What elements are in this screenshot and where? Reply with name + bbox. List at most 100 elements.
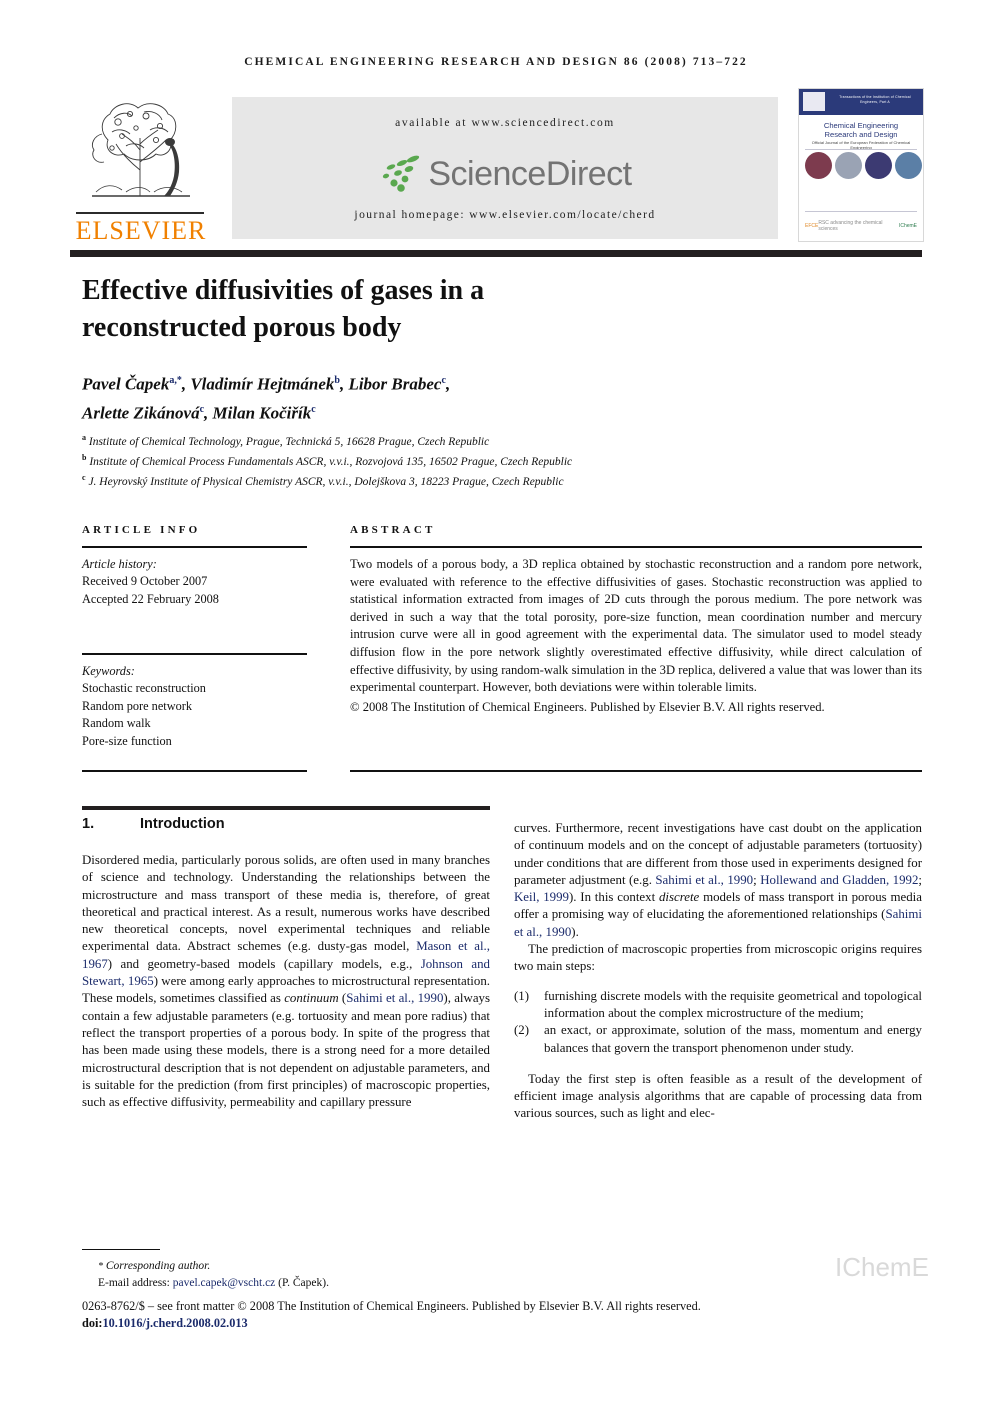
list-item-text: furnishing discrete models with the requ… [544,988,922,1020]
article-info-rule-mid [82,653,307,655]
keywords-block: Keywords: Stochastic reconstruction Rand… [82,663,307,750]
journal-article-page: CHEMICAL ENGINEERING RESEARCH AND DESIGN… [0,0,992,1403]
abstract-rule-top [350,546,922,548]
affiliation-item: a Institute of Chemical Technology, Prag… [82,430,882,450]
affiliation-text: J. Heyrovský Institute of Physical Chemi… [88,475,564,488]
affiliation-item: c J. Heyrovský Institute of Physical Che… [82,470,882,490]
section-title: Introduction [140,816,225,832]
cover-band-text: Transactions of the Institution of Chemi… [839,95,911,104]
abstract-copyright: © 2008 The Institution of Chemical Engin… [350,699,825,714]
cover-logo-efce: EFCE [805,223,819,229]
cover-circle-3 [865,152,892,179]
body-paragraph: curves. Furthermore, recent investigatio… [514,820,922,941]
corresponding-author-note: * Corresponding author. [82,1258,502,1275]
citation-link[interactable]: Keil, 1999 [514,890,569,904]
section-number: 1. [82,816,95,832]
cover-title-line1: Chemical Engineering [823,121,899,130]
footnote-block: * Corresponding author. E-mail address: … [82,1258,502,1291]
elsevier-logo: ELSEVIER [70,88,212,246]
abstract-rule-bottom [350,770,922,772]
citation-link[interactable]: Sahimi et al., 1990 [655,873,753,887]
abstract-body: Two models of a porous body, a 3D replic… [350,557,922,695]
body-paragraph: Disordered media, particularly porous so… [82,852,490,1111]
citation-link[interactable]: Hollewand and Gladden, 1992 [760,873,918,887]
cover-divider-bottom [805,211,917,212]
author-name: Pavel Čapek [82,374,170,394]
author-line-1: Pavel Čapeka,*, Vladimír Hejtmánekb, Lib… [82,374,451,394]
abstract-block: Two models of a porous body, a 3D replic… [350,556,922,716]
title-line-1: Effective diffusivities of gases in a [82,275,485,306]
doi-link[interactable]: 10.1016/j.cherd.2008.02.013 [103,1316,248,1330]
cover-title: Chemical Engineering Research and Design [805,121,917,139]
body-text: ), always contain a few adjustable param… [82,991,490,1110]
author-list: Pavel Čapeka,*, Vladimír Hejtmánekb, Lib… [82,368,782,425]
body-paragraph: The prediction of macroscopic properties… [514,942,922,974]
frontmatter-block: 0263-8762/$ – see front matter © 2008 Th… [82,1298,922,1332]
journal-cover-thumbnail: Transactions of the Institution of Chemi… [798,88,924,242]
article-accepted: Accepted 22 February 2008 [82,591,219,606]
title-line-2: reconstructed porous body [82,312,402,343]
citation-link[interactable]: Sahimi et al., 1990 [346,991,443,1005]
cover-icheme-logo [803,92,825,111]
masthead-bottom-rule [70,250,922,257]
section-heading: 1. Introduction [82,816,490,832]
list-item-marker: (2) [514,1023,530,1038]
body-text: ). In this context [568,890,659,905]
author-affil-mark: a,* [169,375,182,386]
masthead: ELSEVIER available at www.sciencedirect.… [70,88,924,246]
cover-divider-top [805,149,917,150]
author-affil-mark: c [199,403,205,415]
author-affil-mark: b [334,375,340,386]
keyword-item: Stochastic reconstruction [82,681,206,696]
doi-line: doi:10.1016/j.cherd.2008.02.013 [82,1315,922,1332]
article-history: Article history: Received 9 October 2007… [82,556,307,608]
section-rule [82,806,490,810]
corresponding-author-label: Corresponding author. [105,1260,211,1272]
email-note: E-mail address: pavel.capek@vscht.cz (P.… [82,1275,502,1291]
cover-logo-rsc: RSC advancing the chemical sciences [818,220,883,232]
author-affil-mark: c [311,403,316,415]
affiliation-mark: c [82,473,86,483]
author-affil-mark: c [441,375,446,386]
cover-circle-2 [835,152,862,179]
email-link[interactable]: pavel.capek@vscht.cz [173,1277,276,1289]
list-item-text: an exact, or approximate, solution of th… [544,1023,922,1055]
affiliation-list: a Institute of Chemical Technology, Prag… [82,430,882,490]
available-at-text: available at www.sciencedirect.com [395,117,615,129]
author-line-2: Arlette Zikánovác, Milan Kočiříkc [82,403,316,423]
keywords-label: Keywords: [82,664,135,678]
list-item-marker: (1) [514,988,530,1003]
sciencedirect-banner: available at www.sciencedirect.com Scien… [232,97,778,239]
elsevier-tree-icon [91,103,190,197]
body-text: ) and geometry-based models (capillary m… [107,956,421,971]
author-name: Libor Brabec [348,374,442,394]
affiliation-text: Institute of Chemical Technology, Prague… [88,435,490,448]
article-info-rule-top [82,546,307,548]
affiliation-mark: b [82,453,87,463]
sciencedirect-dots-icon [383,155,420,192]
sciencedirect-logo: ScienceDirect [232,149,778,199]
list-item: (2) an exact, or approximate, solution of… [514,1022,922,1057]
author-name: Vladimír Hejtmánek [190,374,335,394]
keyword-item: Pore-size function [82,733,172,748]
body-text: ; [918,872,923,887]
journal-homepage-text: journal homepage: www.elsevier.com/locat… [354,209,656,221]
author-name: Milan Kočiřík [212,403,312,423]
cover-circle-1 [805,152,832,179]
elsevier-wordmark: ELSEVIER [75,216,207,245]
affiliation-item: b Institute of Chemical Process Fundamen… [82,450,882,470]
article-info-rule-bottom [82,770,307,772]
abstract-heading: ABSTRACT [350,524,436,536]
cover-logo-icheme: IChemE [898,223,917,229]
corresponding-author-marker: * [98,1261,103,1272]
article-history-label: Article history: [82,557,157,571]
affiliation-text: Institute of Chemical Process Fundamenta… [89,455,573,468]
affiliation-mark: a [82,433,86,442]
article-info-heading: ARTICLE INFO [82,524,201,536]
email-suffix: (P. Čapek). [278,1277,329,1289]
email-label: E-mail address: [98,1277,170,1289]
doi-label: doi: [82,1316,103,1330]
elsevier-logo-rule [76,212,204,214]
body-text: ). [571,924,579,939]
body-column-right: curves. Furthermore, recent investigatio… [514,820,922,1123]
